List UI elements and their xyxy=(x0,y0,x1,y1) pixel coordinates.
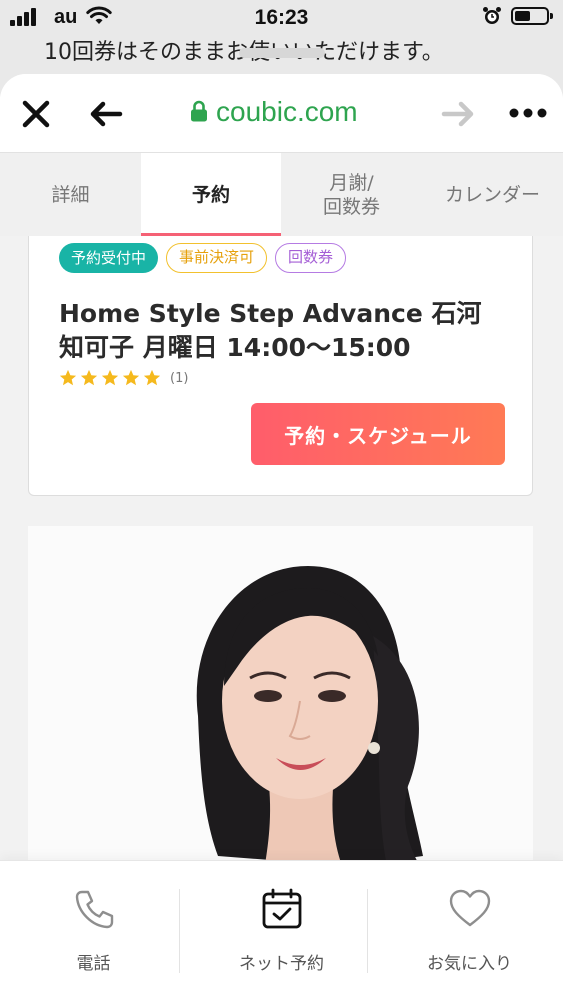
tab-bar: 詳細 予約 月謝/回数券 カレンダー xyxy=(0,152,563,237)
alarm-icon xyxy=(483,7,501,24)
tab-reservation[interactable]: 予約 xyxy=(141,153,281,237)
status-badge-prepay: 事前決済可 xyxy=(166,243,268,273)
tab-reservation-label: 予約 xyxy=(191,184,230,206)
reserve-schedule-button[interactable]: 予約・スケジュール xyxy=(251,403,505,465)
star-icon xyxy=(101,369,119,386)
more-icon[interactable] xyxy=(508,106,548,120)
tab-details-label: 詳細 xyxy=(51,184,90,206)
status-badge-ticket: 回数券 xyxy=(275,243,347,273)
phone-icon xyxy=(75,890,113,929)
tab-tickets-label: 月謝/回数券 xyxy=(323,171,380,219)
tab-tickets-line1: 月謝/ xyxy=(329,172,374,194)
star-icon xyxy=(59,369,77,386)
status-badge-accepting: 予約受付中 xyxy=(59,243,159,273)
browser-navbar: coubic.com xyxy=(0,74,563,152)
phone-button[interactable]: 電話 xyxy=(0,861,187,1001)
close-icon[interactable] xyxy=(18,96,54,132)
sheet-grabber[interactable] xyxy=(239,48,325,58)
battery-icon xyxy=(511,7,553,25)
heart-icon xyxy=(449,889,490,927)
online-reservation-button[interactable]: ネット予約 xyxy=(188,861,375,1001)
divider xyxy=(367,889,368,973)
url-bar[interactable]: coubic.com xyxy=(190,92,358,132)
tab-tickets-line2: 回数券 xyxy=(322,196,380,218)
badge-row: 予約受付中 事前決済可 回数券 xyxy=(59,243,347,273)
lesson-card: 予約受付中 事前決済可 回数券 Home Style Step Advance … xyxy=(28,236,533,496)
clock: 16:23 xyxy=(254,6,309,29)
favorite-button[interactable]: お気に入り xyxy=(376,861,563,1001)
status-bar: au 16:23 xyxy=(0,0,563,36)
online-reservation-label: ネット予約 xyxy=(239,954,324,974)
bottom-action-bar: 電話 ネット予約 お気に入り xyxy=(0,860,563,1001)
favorite-label: お気に入り xyxy=(427,954,512,974)
back-arrow-icon[interactable] xyxy=(88,98,124,130)
tab-calendar-label: カレンダー xyxy=(444,184,540,206)
lesson-title[interactable]: Home Style Step Advance 石河知可子 月曜日 14:00〜… xyxy=(59,297,499,365)
tab-calendar[interactable]: カレンダー xyxy=(422,153,563,237)
lock-icon xyxy=(191,100,207,122)
rating-count: (1) xyxy=(170,370,189,386)
star-icon xyxy=(143,369,161,386)
star-icon xyxy=(80,369,98,386)
url-text: coubic.com xyxy=(216,96,358,127)
calendar-check-icon xyxy=(262,888,301,929)
divider xyxy=(179,889,180,973)
page-content: 予約受付中 事前決済可 回数券 Home Style Step Advance … xyxy=(0,236,563,936)
tab-details[interactable]: 詳細 xyxy=(0,153,141,237)
forward-arrow-icon[interactable] xyxy=(440,98,476,130)
star-icon xyxy=(122,369,140,386)
rating: (1) xyxy=(59,369,188,387)
tab-tickets[interactable]: 月謝/回数券 xyxy=(281,153,422,237)
phone-label: 電話 xyxy=(76,954,111,974)
